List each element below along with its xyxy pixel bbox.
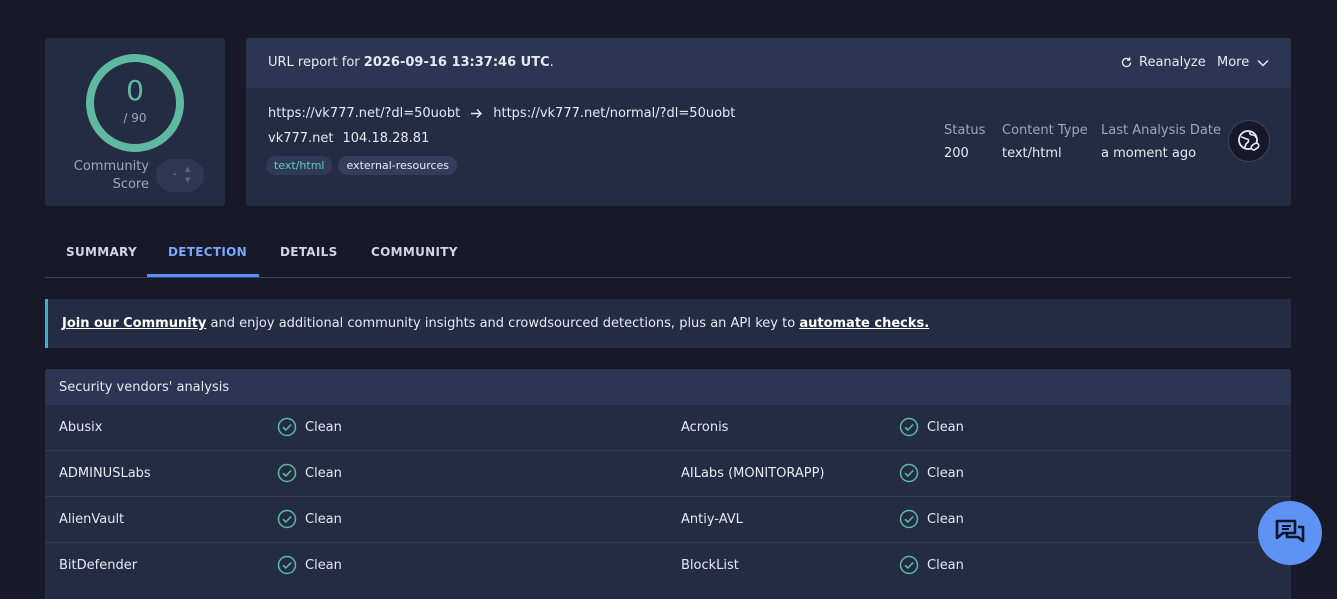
vendor-name: BitDefender [59,558,138,573]
more-label: More [1217,55,1250,70]
vendors-header: Security vendors' analysis [45,369,1291,405]
reanalyze-label: Reanalyze [1139,55,1206,70]
automate-checks-link[interactable]: automate checks. [799,316,929,331]
meta-status: Status 200 [944,123,985,161]
vendor-result: Clean [277,555,342,575]
chat-icon [1275,519,1305,543]
report-title: URL report for 2026-09-16 13:37:46 UTC. [268,55,554,70]
vendor-name: AlienVault [59,512,125,527]
chat-button[interactable] [1258,501,1322,565]
meta-key: Status [944,123,986,138]
url-globe-button[interactable] [1228,120,1270,162]
community-banner: Join our Community and enjoy additional … [45,299,1291,348]
vendor-rows: Abusix Clean Acronis Clean ADMINUSLabs Clean A… [45,405,1291,588]
reanalyze-button[interactable]: Reanalyze [1120,55,1206,70]
chevron-up-icon[interactable]: ▲ [185,165,190,173]
vendor-result-label: Clean [927,419,964,435]
report-tabs: SUMMARY DETECTION DETAILS COMMUNITY [45,237,1291,278]
vendor-name: BlockList [681,558,739,573]
join-community-link[interactable]: Join our Community [62,316,206,331]
report-date: 2026-09-16 13:37:46 UTC [363,55,550,70]
host-name[interactable]: vk777.net [268,131,334,146]
vendor-result: Clean [899,555,964,575]
vendor-result-label: Clean [305,511,342,527]
vendor-name: Antiy-AVL [681,512,743,527]
meta-key: Last Analysis Date [1101,123,1221,138]
check-circle-icon [277,555,297,575]
meta-value: 200 [944,146,969,161]
host-info: vk777.net 104.18.28.81 [268,131,429,146]
tag-text-html[interactable]: text/html [266,156,333,175]
vendor-result-label: Clean [927,557,964,573]
url-redirect-line: https://vk777.net/?dl=50uobt https://vk7… [268,106,735,121]
tag-list: text/html external-resources [266,156,458,175]
check-circle-icon [899,417,919,437]
table-row: Abusix Clean Acronis Clean [45,405,1291,450]
score-total: / 90 [123,111,147,125]
vendor-name: AILabs (MONITORAPP) [681,466,825,481]
community-score-stepper[interactable]: - ▲ ▼ [156,159,204,192]
meta-value: text/html [1002,146,1062,161]
vendor-name: ADMINUSLabs [59,466,151,481]
report-title-prefix: URL report for [268,55,364,70]
vendor-result-label: Clean [305,557,342,573]
banner-text: Join our Community and enjoy additional … [62,316,929,331]
meta-key: Content Type [1002,123,1088,138]
host-ip[interactable]: 104.18.28.81 [343,131,430,146]
refresh-icon [1121,57,1132,68]
url-report-card: URL report for 2026-09-16 13:37:46 UTC. … [246,38,1291,206]
meta-last-analysis: Last Analysis Date a moment ago [1101,123,1221,161]
check-circle-icon [277,417,297,437]
check-circle-icon [899,463,919,483]
chevron-down-icon[interactable]: ▼ [185,176,190,184]
vendor-name: Acronis [681,420,729,435]
vendor-result-label: Clean [927,511,964,527]
report-title-suffix: . [549,55,554,70]
vendor-result: Clean [277,509,342,529]
check-circle-icon [899,509,919,529]
banner-middle-text: and enjoy additional community insights … [206,316,800,331]
more-button[interactable]: More [1217,55,1269,70]
tab-summary[interactable]: SUMMARY [66,245,137,259]
table-row: ADMINUSLabs Clean AILabs (MONITORAPP) Clean [45,450,1291,496]
active-tab-indicator [147,274,259,277]
community-score-label: Community Score [73,159,149,192]
check-circle-icon [277,463,297,483]
source-url[interactable]: https://vk777.net/?dl=50uobt [268,106,460,121]
table-row: BitDefender Clean BlockList Clean [45,542,1291,588]
vendor-name: Abusix [59,420,103,435]
globe-link-icon [1238,130,1260,151]
meta-content-type: Content Type text/html [1002,123,1088,161]
tab-details[interactable]: DETAILS [280,245,338,259]
arrow-right-icon [471,109,483,118]
tag-external-resources[interactable]: external-resources [338,156,458,175]
vendor-result: Clean [899,509,964,529]
tab-detection[interactable]: DETECTION [168,245,247,259]
security-vendors-table: Security vendors' analysis Abusix Clean Ac… [45,369,1291,599]
tab-community[interactable]: COMMUNITY [371,245,458,259]
report-header: URL report for 2026-09-16 13:37:46 UTC. … [246,38,1291,88]
chevron-down-icon [1257,59,1269,67]
vendor-result-label: Clean [305,465,342,481]
vendors-title: Security vendors' analysis [59,380,230,395]
vendor-result-label: Clean [927,465,964,481]
community-score-value: - [173,169,177,180]
vendor-result: Clean [899,417,964,437]
final-url[interactable]: https://vk777.net/normal/?dl=50uobt [493,106,735,121]
vendor-result-label: Clean [305,419,342,435]
check-circle-icon [277,509,297,529]
vendor-result: Clean [899,463,964,483]
vendor-result: Clean [277,463,342,483]
detection-score-card: 0 / 90 Community Score - ▲ ▼ [45,38,225,206]
table-row: AlienVault Clean Antiy-AVL Clean [45,496,1291,542]
check-circle-icon [899,555,919,575]
vendor-result: Clean [277,417,342,437]
meta-value: a moment ago [1101,146,1197,161]
score-value: 0 [126,74,144,107]
